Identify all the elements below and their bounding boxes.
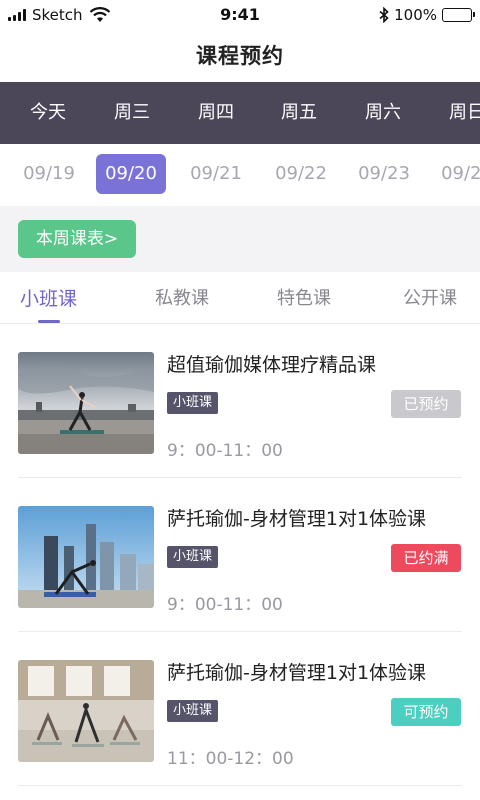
course-type-tabs: 小班课 私教课 特色课 公开课 <box>0 272 480 324</box>
date-strip: 09/19 09/20 09/21 09/22 09/23 09/24 <box>0 144 480 206</box>
yoga-rooftop-photo <box>18 352 154 454</box>
yoga-studio-class-photo <box>18 660 154 762</box>
booking-status-button[interactable]: 已约满 <box>391 544 461 572</box>
page-title: 课程预约 <box>196 44 284 68</box>
course-tag: 小班课 <box>167 700 219 722</box>
date-chip[interactable]: 09/24 <box>432 154 480 194</box>
tab-public[interactable]: 公开课 <box>403 284 457 324</box>
date-chip[interactable]: 09/21 <box>181 154 251 194</box>
date-chip[interactable]: 09/22 <box>266 154 336 194</box>
booking-status-button[interactable]: 已预约 <box>391 390 461 418</box>
battery-percent: 100% <box>394 6 437 24</box>
divider <box>18 785 462 786</box>
status-bar: Sketch 9:41 100% <box>0 0 480 30</box>
schedule-section: 本周课表> <box>0 206 480 272</box>
course-card[interactable]: 萨托瑜伽-身材管理1对1体验课 小班课 已约满 9：00-11：00 <box>0 478 480 632</box>
course-card[interactable]: 萨托瑜伽-身材管理1对1体验课 小班课 可预约 11：00-12：00 <box>0 632 480 786</box>
course-title: 超值瑜伽媒体理疗精品课 <box>167 354 377 376</box>
bluetooth-icon <box>379 7 389 23</box>
weekday-thu[interactable]: 周四 <box>174 82 258 144</box>
course-time: 11：00-12：00 <box>167 749 294 769</box>
weekday-sat[interactable]: 周六 <box>341 82 425 144</box>
course-time: 9：00-11：00 <box>167 441 283 461</box>
date-chip[interactable]: 09/19 <box>14 154 84 194</box>
date-chip-selected[interactable]: 09/20 <box>96 154 166 194</box>
weekday-today[interactable]: 今天 <box>6 82 90 144</box>
weekday-sun[interactable]: 周日 <box>425 82 480 144</box>
battery-icon <box>442 8 475 22</box>
weekday-wed[interactable]: 周三 <box>90 82 174 144</box>
course-time: 9：00-11：00 <box>167 595 283 615</box>
tab-small-class[interactable]: 小班课 <box>20 284 77 324</box>
yoga-city-backbend-photo <box>18 506 154 608</box>
booking-status-button[interactable]: 可预约 <box>391 698 461 726</box>
tab-private[interactable]: 私教课 <box>155 284 209 324</box>
weekday-fri[interactable]: 周五 <box>257 82 341 144</box>
status-right: 100% <box>379 6 475 24</box>
nav-bar: 课程预约 <box>0 30 480 82</box>
course-card[interactable]: 超值瑜伽媒体理疗精品课 小班课 已预约 9：00-11：00 <box>0 324 480 478</box>
course-title: 萨托瑜伽-身材管理1对1体验课 <box>167 508 427 530</box>
course-title: 萨托瑜伽-身材管理1对1体验课 <box>167 662 427 684</box>
weekday-strip: 今天 周三 周四 周五 周六 周日 <box>0 82 480 144</box>
course-tag: 小班课 <box>167 546 219 568</box>
tab-featured[interactable]: 特色课 <box>277 284 331 324</box>
course-tag: 小班课 <box>167 392 219 414</box>
active-tab-indicator <box>38 320 60 323</box>
date-chip[interactable]: 09/23 <box>349 154 419 194</box>
weekly-schedule-button[interactable]: 本周课表> <box>18 220 136 258</box>
